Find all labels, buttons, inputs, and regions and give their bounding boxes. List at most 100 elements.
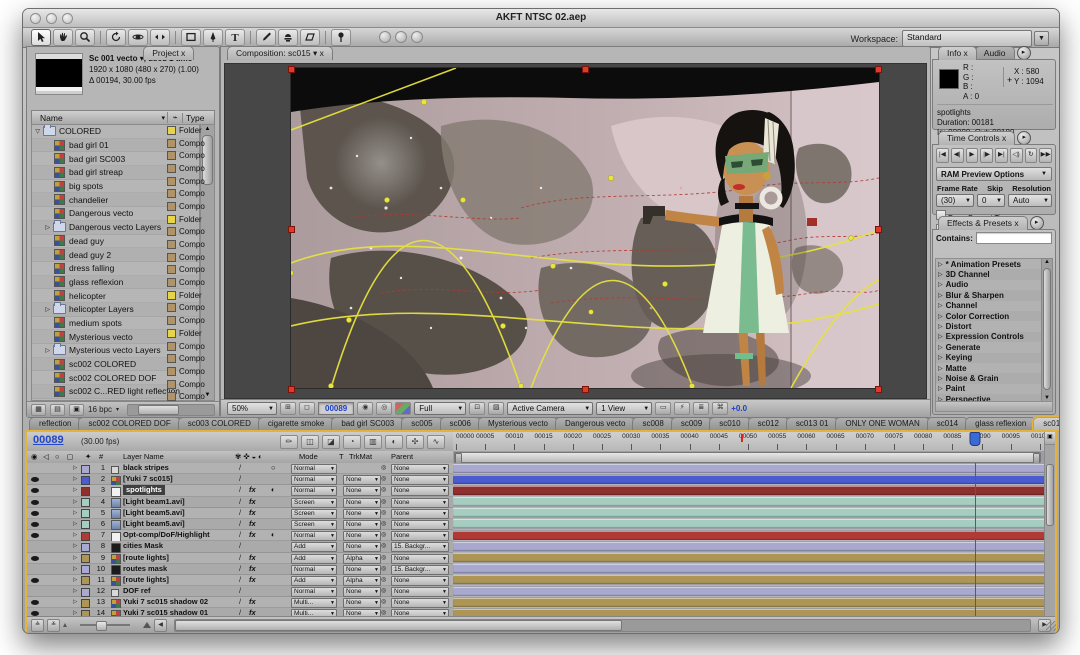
layer-name[interactable]: black stripes: [123, 463, 169, 473]
effects-category[interactable]: ▷3D Channel: [936, 269, 1041, 279]
zoom-slider-thumb[interactable]: [96, 621, 107, 631]
layer-name[interactable]: [Light beam5.avi]: [123, 508, 185, 518]
fx-switch[interactable]: fx: [249, 597, 256, 607]
current-time-indicator-line[interactable]: [975, 463, 976, 616]
snapshot-icon[interactable]: ◉: [357, 402, 373, 415]
layer-duration-track[interactable]: [453, 463, 1045, 474]
fx-switch[interactable]: fx: [249, 519, 256, 529]
label-column-icon[interactable]: ✦: [85, 452, 91, 461]
effects-category[interactable]: ▷Expression Controls: [936, 332, 1041, 342]
timeline-comp-tab[interactable]: sc006: [440, 417, 481, 430]
expand-arrow-icon[interactable]: ▷: [73, 541, 77, 551]
pixel-aspect-icon[interactable]: ▭: [655, 402, 671, 415]
clone-stamp-tool[interactable]: [278, 29, 298, 46]
timeline-comp-tab[interactable]: Dangerous vecto: [555, 417, 635, 430]
timeline-comp-tab[interactable]: sc013 01: [786, 417, 838, 430]
current-time-indicator[interactable]: [970, 432, 981, 446]
view-layout-select[interactable]: 1 View▼: [596, 402, 652, 415]
layer-row[interactable]: ▷12DOF ref/Normal▼None▼◎None▼: [27, 586, 453, 597]
trkmat-select[interactable]: Alpha▼: [343, 554, 381, 564]
comp-marker[interactable]: [741, 434, 743, 442]
layer-name[interactable]: cities Mask: [123, 541, 163, 551]
workspace-dropdown-arrow[interactable]: ▼: [1034, 31, 1049, 46]
project-item[interactable]: chandelier: [32, 193, 199, 207]
disclosure-arrow-icon[interactable]: ▷: [938, 261, 943, 268]
selection-handle[interactable]: [875, 386, 882, 393]
title-bar[interactable]: AKFT NTSC 02.aep: [23, 9, 1059, 28]
disclosure-arrow-icon[interactable]: ▷: [938, 375, 943, 382]
effects-tab[interactable]: Effects & Presets x: [938, 216, 1028, 230]
layer-name[interactable]: Yuki 7 sc015 shadow 02: [123, 597, 208, 607]
selection-tool[interactable]: [31, 29, 51, 46]
project-item-name[interactable]: COLORED: [59, 126, 101, 136]
composition-viewer[interactable]: [224, 63, 927, 399]
layer-color-swatch[interactable]: [81, 565, 90, 574]
layer-duration-track[interactable]: [453, 553, 1045, 564]
parent-pickwhip-icon[interactable]: ◎: [381, 474, 386, 484]
eye-icon[interactable]: [31, 578, 39, 583]
layer-duration-bar[interactable]: [453, 553, 1045, 562]
blend-mode-select[interactable]: Multi...▼: [291, 598, 337, 608]
play-button[interactable]: ▶: [966, 148, 979, 163]
draft-3d-icon[interactable]: ◪: [322, 435, 340, 449]
timeline-comp-tab[interactable]: sc002 COLORED DOF: [78, 417, 180, 430]
type-tool[interactable]: T: [225, 29, 245, 46]
scroll-up-arrow[interactable]: ▲: [201, 125, 214, 134]
trkmat-select[interactable]: None▼: [343, 531, 381, 541]
next-frame-button[interactable]: |▶: [980, 148, 993, 163]
parent-select[interactable]: None▼: [391, 587, 449, 597]
project-item[interactable]: dead guy: [32, 235, 199, 249]
quality-switch[interactable]: /: [239, 586, 241, 596]
layer-duration-track[interactable]: [453, 586, 1045, 597]
timeline-button-icon[interactable]: ≣: [693, 402, 709, 415]
lock-column-icon[interactable]: ◻: [67, 452, 73, 461]
blend-mode-select[interactable]: Screen▼: [291, 520, 337, 530]
bit-depth-button[interactable]: 16 bpc: [88, 405, 112, 414]
timeline-comp-tab[interactable]: Mysterious vecto: [478, 417, 558, 430]
layer-row[interactable]: ▷7Opt-comp/DoF/Highlight/fx◐Normal▼None▼…: [27, 530, 453, 541]
timeline-comp-tab[interactable]: ONLY ONE WOMAN: [835, 417, 929, 430]
audio-button[interactable]: ◁): [1010, 148, 1023, 163]
expand-arrow-icon[interactable]: ▷: [73, 575, 77, 585]
disclosure-arrow-icon[interactable]: ▽: [32, 128, 40, 135]
layer-row[interactable]: ▷2[Yuki 7 sc015]/Normal▼None▼◎None▼: [27, 474, 453, 485]
index-column-header[interactable]: #: [99, 452, 103, 461]
info-tab[interactable]: Info x: [938, 46, 977, 60]
selection-handle[interactable]: [582, 66, 589, 73]
previous-frame-button[interactable]: ◀|: [951, 148, 964, 163]
parent-pickwhip-icon[interactable]: ◎: [381, 597, 386, 607]
trkmat-select[interactable]: Alpha▼: [343, 576, 381, 586]
switches-column-icons[interactable]: ✾✜◒◐: [235, 452, 265, 461]
timeline-comp-tab[interactable]: sc010: [709, 417, 750, 430]
brainstorm-icon[interactable]: ✣: [406, 435, 424, 449]
disclosure-arrow-icon[interactable]: ▷: [32, 306, 50, 313]
skip-select[interactable]: 0▼: [977, 194, 1005, 207]
channel-icon[interactable]: [395, 402, 411, 415]
quality-switch[interactable]: /: [239, 564, 241, 574]
timeline-comp-tab[interactable]: sc009: [671, 417, 712, 430]
project-item[interactable]: glass reflexion: [32, 276, 199, 290]
eye-icon[interactable]: [31, 500, 39, 505]
layer-row[interactable]: ▷5[Light beam5.avi]/fxScreen▼None▼◎None▼: [27, 508, 453, 519]
eye-icon[interactable]: [31, 600, 39, 605]
layer-row[interactable]: ▷4[Light beam1.avi]/fxScreen▼None▼◎None▼: [27, 497, 453, 508]
layer-color-swatch[interactable]: [81, 487, 90, 496]
transparency-grid-icon[interactable]: ▨: [488, 402, 504, 415]
layer-color-swatch[interactable]: [81, 599, 90, 608]
first-frame-button[interactable]: |◀: [936, 148, 949, 163]
comp-mini-flowchart-icon[interactable]: ✏: [280, 435, 298, 449]
layer-duration-bar[interactable]: [453, 542, 1045, 551]
trkmat-select[interactable]: None▼: [343, 509, 381, 519]
layer-row[interactable]: ▷14Yuki 7 sc015 shadow 01/fxMulti...▼Non…: [27, 608, 453, 616]
project-item-name[interactable]: bad girl SC003: [69, 154, 125, 164]
parent-pickwhip-icon[interactable]: ◎: [381, 485, 386, 495]
expand-arrow-icon[interactable]: ▷: [73, 519, 77, 529]
timeline-comp-tab[interactable]: sc012: [748, 417, 789, 430]
selection-handle[interactable]: [875, 66, 882, 73]
selection-handle[interactable]: [288, 226, 295, 233]
trkmat-select[interactable]: None▼: [343, 475, 381, 485]
layer-duration-track[interactable]: [453, 485, 1045, 496]
effects-category[interactable]: ▷Paint: [936, 384, 1041, 394]
t-column-header[interactable]: T: [339, 452, 344, 461]
blend-mode-select[interactable]: Add▼: [291, 554, 337, 564]
